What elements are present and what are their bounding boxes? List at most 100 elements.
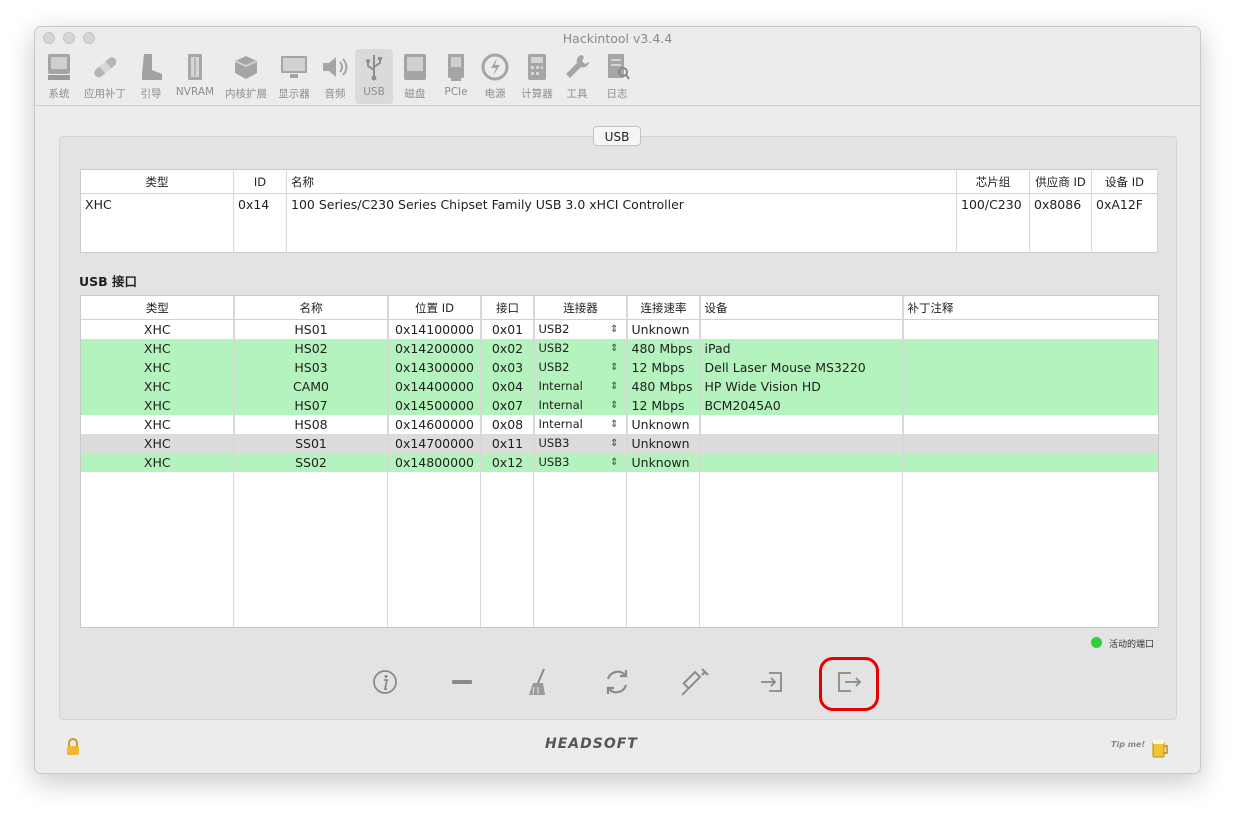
toolbar-item-patch[interactable]: 应用补丁 bbox=[81, 49, 129, 104]
toolbar-item-system[interactable]: 系统 bbox=[41, 49, 77, 104]
table-cell bbox=[903, 434, 1158, 453]
column-header[interactable]: ID bbox=[233, 169, 287, 194]
log-icon bbox=[608, 54, 630, 80]
toolbar-label: 电源 bbox=[484, 88, 506, 100]
beer-mug-icon[interactable] bbox=[1151, 738, 1169, 758]
table-cell: HS08 bbox=[234, 415, 389, 434]
table-cell: Unknown bbox=[627, 453, 701, 472]
toolbar-item-pcie[interactable]: PCIe bbox=[437, 49, 475, 104]
toolbar-label: USB bbox=[363, 86, 385, 98]
table-cell: HS02 bbox=[234, 339, 389, 358]
toolbar-item-boot[interactable]: 引导 bbox=[133, 49, 169, 104]
refresh-icon[interactable] bbox=[600, 665, 634, 699]
table-cell: XHC bbox=[81, 358, 235, 377]
table-cell: 100/C230 bbox=[956, 193, 1030, 253]
column-header[interactable]: 接口 bbox=[481, 296, 535, 320]
connector-value: USB3 bbox=[538, 436, 570, 450]
controller-table: 类型 ID 名称 芯片组 供应商 ID 设备 ID XHC 0x14 100 S… bbox=[80, 169, 1158, 253]
broom-icon[interactable] bbox=[522, 665, 556, 699]
toolbar-item-audio[interactable]: 音频 bbox=[317, 49, 353, 104]
connector-select[interactable]: USB3 ⇕ bbox=[534, 434, 628, 453]
table-row[interactable]: XHC HS07 0x14500000 0x07 Internal ⇕ 12 Mbps BCM… bbox=[81, 396, 1158, 415]
table-row[interactable]: XHC HS01 0x14100000 0x01 USB2 ⇕ Unknown bbox=[81, 319, 1158, 339]
connector-select[interactable]: USB2 ⇕ bbox=[534, 319, 628, 339]
table-cell: HP Wide Vision HD bbox=[700, 377, 904, 396]
column-header[interactable]: 名称 bbox=[286, 169, 957, 194]
chevron-updown-icon: ⇕ bbox=[610, 419, 619, 430]
toolbar-label: 系统 bbox=[48, 88, 70, 100]
tools-icon bbox=[566, 55, 589, 78]
connector-select[interactable]: Internal ⇕ bbox=[534, 396, 628, 415]
connector-value: Internal bbox=[538, 379, 583, 393]
active-port-indicator bbox=[1091, 637, 1102, 648]
table-cell bbox=[903, 415, 1158, 434]
column-header[interactable]: 类型 bbox=[81, 296, 235, 320]
toolbar-item-usb[interactable]: USB bbox=[355, 49, 393, 104]
headsoft-logo: HEADSOFT bbox=[545, 736, 638, 752]
table-row[interactable]: XHC CAM0 0x14400000 0x04 Internal ⇕ 480 Mbps HP… bbox=[81, 377, 1158, 396]
tip-me-label[interactable]: Tip me! bbox=[1111, 740, 1145, 749]
connector-select[interactable]: Internal ⇕ bbox=[534, 415, 628, 434]
table-cell: 0x14600000 bbox=[388, 415, 482, 434]
table-row[interactable]: XHC HS02 0x14200000 0x02 USB2 ⇕ 480 Mbps iPad bbox=[81, 339, 1158, 358]
table-row[interactable]: XHC HS03 0x14300000 0x03 USB2 ⇕ 12 Mbps Dell La… bbox=[81, 358, 1158, 377]
table-row[interactable]: XHC HS08 0x14600000 0x08 Internal ⇕ Unknown bbox=[81, 415, 1158, 434]
table-cell: BCM2045A0 bbox=[700, 396, 904, 415]
toolbar-item-disk[interactable]: 磁盘 bbox=[397, 49, 433, 104]
table-cell: 0x11 bbox=[481, 434, 535, 453]
table-cell: XHC bbox=[80, 193, 234, 253]
info-icon[interactable] bbox=[368, 665, 402, 699]
active-port-legend: 活动的端口 bbox=[1109, 640, 1155, 650]
table-cell: XHC bbox=[81, 377, 235, 396]
connector-select[interactable]: Internal ⇕ bbox=[534, 377, 628, 396]
column-header[interactable]: 芯片组 bbox=[956, 169, 1030, 194]
connector-select[interactable]: USB3 ⇕ bbox=[534, 453, 628, 472]
syringe-icon[interactable] bbox=[678, 665, 712, 699]
table-cell: 0x08 bbox=[481, 415, 535, 434]
toolbar-item-display[interactable]: 显示器 bbox=[275, 49, 313, 104]
table-cell: CAM0 bbox=[234, 377, 389, 396]
table-row[interactable]: XHC SS02 0x14800000 0x12 USB3 ⇕ Unknown bbox=[81, 453, 1158, 472]
minus-icon[interactable] bbox=[445, 665, 479, 699]
table-cell: 0x02 bbox=[481, 339, 535, 358]
table-cell: 0x8086 bbox=[1029, 193, 1092, 253]
speaker-icon bbox=[323, 57, 348, 77]
table-cell bbox=[903, 396, 1158, 415]
column-header[interactable]: 名称 bbox=[234, 296, 389, 320]
usb-icon bbox=[366, 55, 382, 81]
ports-section-label: USB 接口 bbox=[79, 274, 138, 289]
column-header[interactable]: 类型 bbox=[80, 169, 234, 194]
import-icon[interactable] bbox=[755, 665, 789, 699]
column-header[interactable]: 补丁注释 bbox=[903, 296, 1158, 320]
toolbar-label: 日志 bbox=[606, 88, 628, 100]
column-header[interactable]: 设备 ID bbox=[1091, 169, 1158, 194]
table-cell: XHC bbox=[81, 415, 235, 434]
column-header[interactable]: 供应商 ID bbox=[1029, 169, 1092, 194]
toolbar-item-calculator[interactable]: 计算器 bbox=[515, 49, 559, 104]
column-header[interactable]: 连接器 bbox=[534, 296, 628, 320]
table-cell: 12 Mbps bbox=[627, 358, 701, 377]
toolbar-item-tools[interactable]: 工具 bbox=[559, 49, 595, 104]
table-cell bbox=[700, 453, 904, 472]
window-title: Hackintool v3.4.4 bbox=[562, 31, 673, 46]
table-row[interactable]: XHC 0x14 100 Series/C230 Series Chipset … bbox=[80, 193, 1158, 253]
table-cell: 0x12 bbox=[481, 453, 535, 472]
column-header[interactable]: 连接速率 bbox=[627, 296, 701, 320]
table-cell: XHC bbox=[81, 453, 235, 472]
toolbar-item-power[interactable]: 电源 bbox=[477, 49, 513, 104]
table-row[interactable]: XHC SS01 0x14700000 0x11 USB3 ⇕ Unknown bbox=[81, 434, 1158, 453]
lock-icon[interactable] bbox=[65, 738, 81, 756]
column-header[interactable]: 位置 ID bbox=[388, 296, 482, 320]
connector-value: USB3 bbox=[538, 455, 570, 469]
kext-icon bbox=[234, 56, 258, 79]
toolbar-item-kext[interactable]: 内核扩展 bbox=[221, 49, 271, 104]
toolbar-item-nvram[interactable]: NVRAM bbox=[173, 49, 217, 104]
table-cell: HS01 bbox=[234, 319, 389, 339]
connector-select[interactable]: USB2 ⇕ bbox=[534, 358, 628, 377]
toolbar-item-log[interactable]: 日志 bbox=[599, 49, 635, 104]
chevron-updown-icon: ⇕ bbox=[610, 324, 619, 335]
calculator-icon bbox=[528, 54, 546, 80]
table-cell: 480 Mbps bbox=[627, 377, 701, 396]
connector-select[interactable]: USB2 ⇕ bbox=[534, 339, 628, 358]
column-header[interactable]: 设备 bbox=[700, 296, 904, 320]
